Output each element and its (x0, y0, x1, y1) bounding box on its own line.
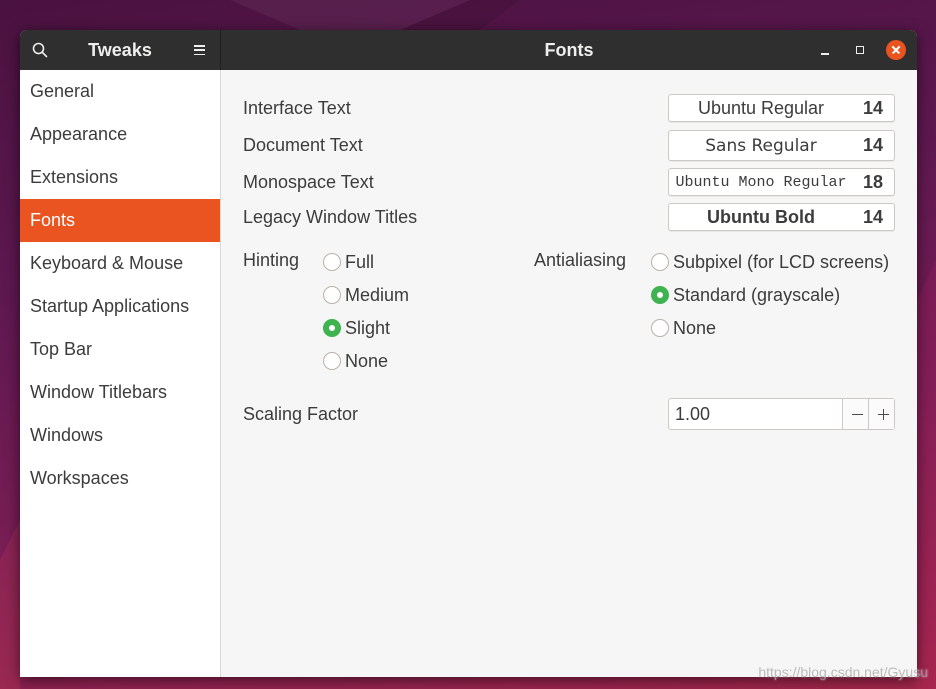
watermark: https://blog.csdn.net/Gyusu (758, 664, 928, 680)
decrement-button[interactable] (842, 399, 868, 429)
antialiasing-label: Antialiasing (534, 250, 627, 270)
font-name: Sans Regular (705, 135, 817, 156)
scaling-factor-label: Scaling Factor (243, 404, 359, 424)
antialiasing-option-standard[interactable]: Standard (grayscale) (651, 283, 840, 307)
radio-button[interactable] (323, 319, 341, 337)
tweaks-window: Tweaks Fonts General Appearance Extensio… (20, 30, 917, 677)
radio-button[interactable] (651, 253, 669, 271)
monospace-text-font-button[interactable]: Ubuntu Mono Regular 18 (668, 168, 895, 196)
hinting-option-none[interactable]: None (323, 349, 388, 373)
interface-text-label: Interface Text (243, 97, 351, 118)
radio-button[interactable] (323, 286, 341, 304)
close-button[interactable] (886, 40, 906, 60)
legacy-window-titles-label: Legacy Window Titles (243, 206, 418, 227)
page-title: Fonts (544, 40, 594, 60)
sidebar-item-windows[interactable]: Windows (20, 414, 220, 457)
radio-button[interactable] (651, 319, 669, 337)
hinting-option-full[interactable]: Full (323, 250, 374, 274)
sidebar-item-workspaces[interactable]: Workspaces (20, 457, 220, 500)
sidebar-item-extensions[interactable]: Extensions (20, 156, 220, 199)
option-label: Subpixel (for LCD screens) (673, 251, 890, 272)
legacy-window-titles-font-button[interactable]: Ubuntu Bold 14 (668, 203, 895, 231)
sidebar: General Appearance Extensions Fonts Keyb… (20, 70, 221, 677)
font-size: 14 (862, 206, 883, 227)
option-label: Full (345, 251, 375, 272)
header-bar: Tweaks Fonts (20, 30, 917, 70)
font-size: 14 (862, 97, 883, 118)
sidebar-item-top-bar[interactable]: Top Bar (20, 328, 220, 371)
font-row-monospace-text: Monospace Text Ubuntu Mono Regular 18 (221, 168, 917, 196)
sidebar-item-fonts[interactable]: Fonts (20, 199, 220, 242)
monospace-text-label: Monospace Text (243, 171, 374, 192)
option-label: None (673, 317, 717, 338)
font-size: 18 (862, 171, 883, 192)
scaling-factor-spinbutton (668, 398, 895, 430)
radio-button[interactable] (323, 253, 341, 271)
maximize-icon (856, 46, 864, 54)
interface-text-font-button[interactable]: Ubuntu Regular 14 (668, 94, 895, 122)
option-label: None (345, 350, 389, 371)
font-name: Ubuntu Bold (707, 206, 815, 227)
font-row-document-text: Document Text Sans Regular 14 (221, 130, 917, 161)
radio-button[interactable] (323, 352, 341, 370)
sidebar-item-window-titlebars[interactable]: Window Titlebars (20, 371, 220, 414)
sidebar-item-general[interactable]: General (20, 70, 220, 113)
antialiasing-option-none[interactable]: None (651, 316, 716, 340)
font-name: Ubuntu Regular (697, 97, 825, 118)
font-row-legacy-window-titles: Legacy Window Titles Ubuntu Bold 14 (221, 203, 917, 231)
sidebar-item-startup-applications[interactable]: Startup Applications (20, 285, 220, 328)
content-header: Fonts (221, 30, 917, 70)
document-text-font-button[interactable]: Sans Regular 14 (668, 130, 895, 161)
fonts-panel: Interface Text Ubuntu Regular 14 Documen… (221, 70, 917, 677)
maximize-button[interactable] (850, 40, 870, 60)
option-label: Standard (grayscale) (673, 284, 841, 305)
hinting-label: Hinting (243, 250, 300, 270)
font-row-interface-text: Interface Text Ubuntu Regular 14 (221, 94, 917, 122)
app-title: Tweaks (88, 40, 152, 60)
option-label: Slight (345, 317, 391, 338)
document-text-label: Document Text (243, 135, 363, 155)
font-size: 14 (862, 135, 883, 155)
scaling-factor-input[interactable] (669, 399, 842, 429)
hinting-option-slight[interactable]: Slight (323, 316, 390, 340)
option-label: Medium (345, 284, 410, 305)
sidebar-header: Tweaks (20, 30, 220, 70)
increment-button[interactable] (868, 399, 894, 429)
font-name: Ubuntu Mono Regular (675, 173, 847, 191)
hinting-option-medium[interactable]: Medium (323, 283, 409, 307)
sidebar-item-appearance[interactable]: Appearance (20, 113, 220, 156)
antialiasing-option-subpixel[interactable]: Subpixel (for LCD screens) (651, 250, 889, 274)
minimize-icon (821, 53, 829, 55)
minus-icon (852, 413, 863, 415)
sidebar-item-keyboard-mouse[interactable]: Keyboard & Mouse (20, 242, 220, 285)
minimize-button[interactable] (815, 40, 835, 60)
radio-button[interactable] (651, 286, 669, 304)
menu-button[interactable] (191, 41, 209, 59)
